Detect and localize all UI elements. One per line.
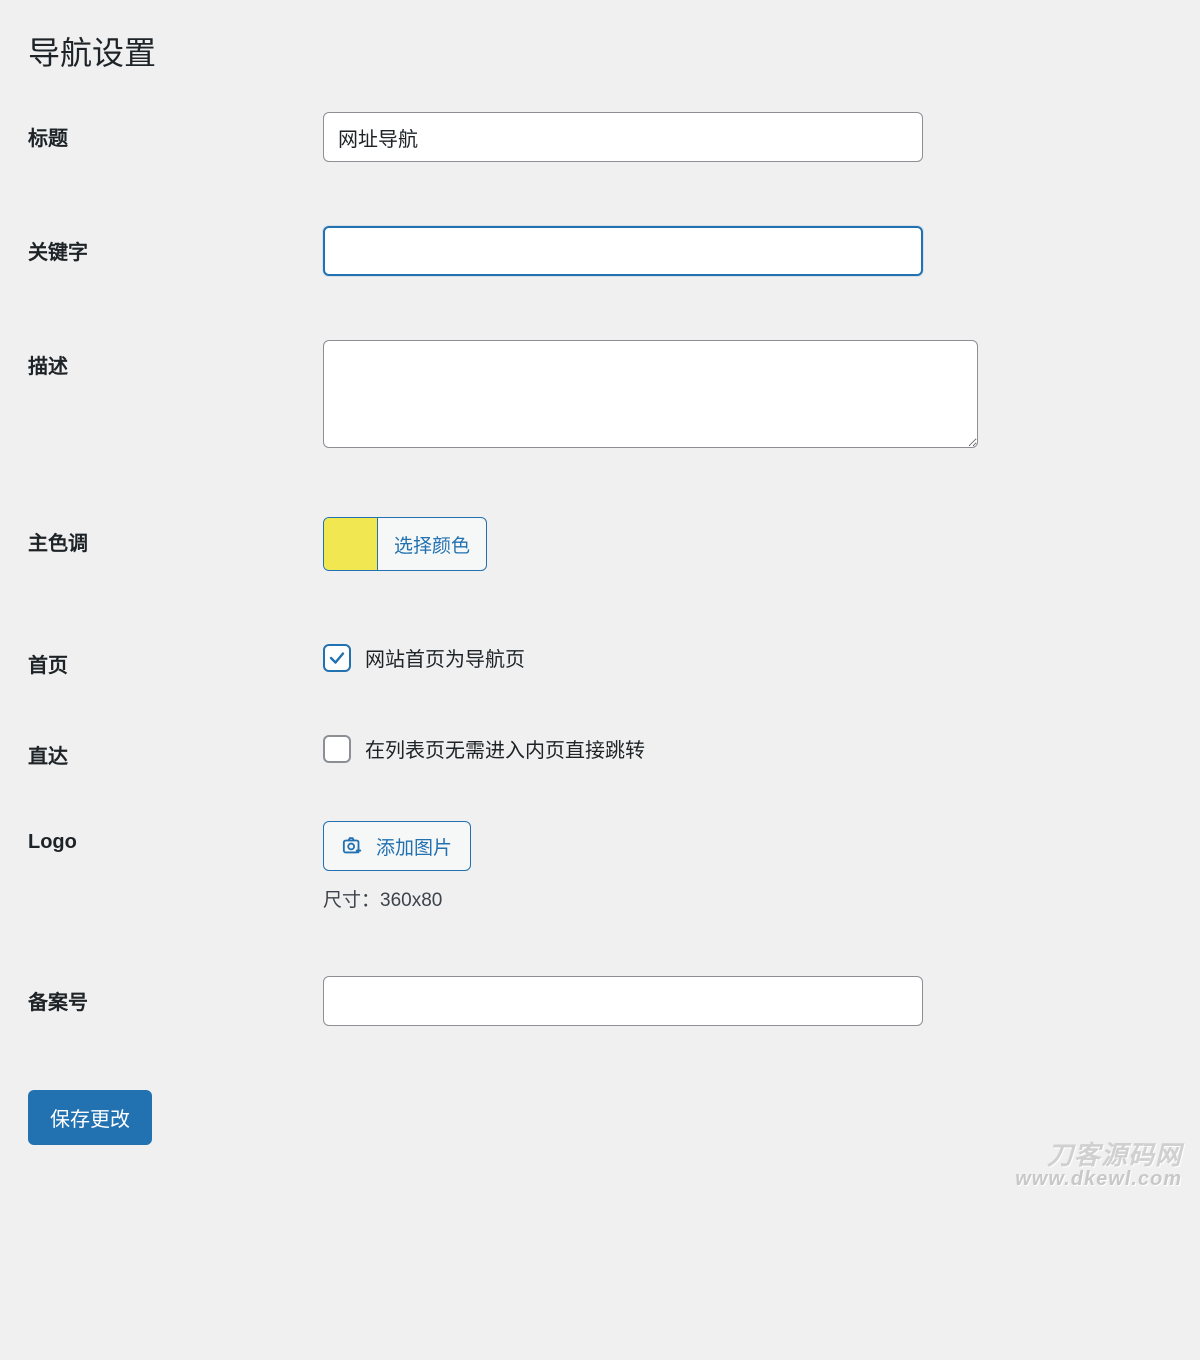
color-picker[interactable]: 选择颜色 — [323, 517, 487, 571]
direct-checkbox[interactable] — [323, 735, 351, 763]
keywords-input[interactable] — [323, 226, 923, 276]
label-description: 描述 — [28, 340, 323, 379]
label-icp: 备案号 — [28, 976, 323, 1015]
add-image-button[interactable]: 添加图片 — [323, 821, 471, 871]
page-title: 导航设置 — [28, 28, 1172, 74]
logo-hint: 尺寸：360x80 — [323, 885, 1172, 912]
homepage-option-label: 网站首页为导航页 — [365, 643, 525, 672]
description-textarea[interactable] — [323, 340, 978, 448]
add-image-label: 添加图片 — [376, 833, 452, 860]
label-direct: 直达 — [28, 730, 323, 769]
title-input[interactable] — [323, 112, 923, 162]
label-title: 标题 — [28, 112, 323, 151]
color-picker-label: 选择颜色 — [378, 518, 486, 570]
label-logo: Logo — [28, 821, 323, 854]
camera-icon — [342, 835, 364, 857]
icp-input[interactable] — [323, 976, 923, 1026]
check-icon — [328, 649, 346, 667]
save-button[interactable]: 保存更改 — [28, 1090, 152, 1145]
label-keywords: 关键字 — [28, 226, 323, 265]
homepage-checkbox[interactable] — [323, 644, 351, 672]
watermark-line1: 刀客源码网 — [1015, 1142, 1182, 1169]
watermark: 刀客源码网 www.dkewl.com — [1015, 1142, 1182, 1190]
label-homepage: 首页 — [28, 639, 323, 678]
direct-option-label: 在列表页无需进入内页直接跳转 — [365, 734, 645, 763]
label-color: 主色调 — [28, 517, 323, 556]
color-swatch — [324, 518, 378, 570]
watermark-line2: www.dkewl.com — [1015, 1169, 1182, 1190]
